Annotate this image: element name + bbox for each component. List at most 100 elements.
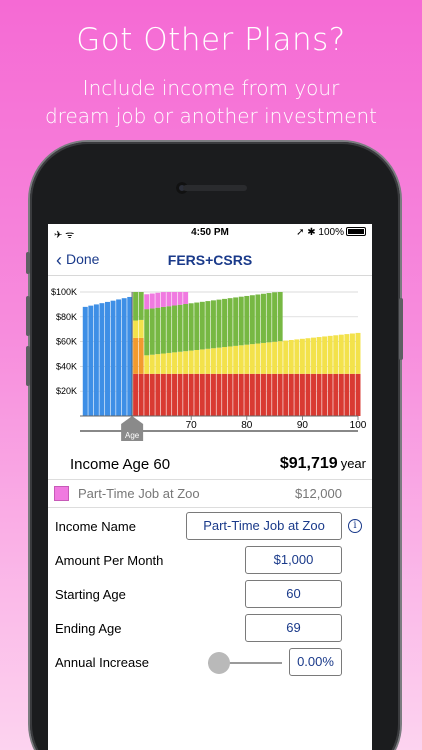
promo-subtitle: Include income from your dream job or an…: [0, 74, 422, 130]
chart-bar-yellow: [299, 338, 305, 374]
chart-bar-yellow: [333, 335, 339, 374]
ending-age-row: Ending Age 69: [48, 611, 372, 645]
starting-age-row: Starting Age 60: [48, 577, 372, 611]
chart-bar-red: [166, 373, 172, 416]
chart-bar-red: [144, 373, 150, 416]
chart-bar-red: [294, 373, 300, 416]
chart-bar-pink: [177, 292, 183, 305]
chart-bar-pink: [160, 292, 166, 307]
power-button: [399, 298, 403, 360]
y-tick-label: $60K: [56, 337, 77, 347]
chart-bar-red: [238, 373, 244, 416]
x-tick-label: 80: [241, 420, 253, 431]
chart-bar-yellow: [155, 354, 161, 374]
chart-bar-blue: [99, 303, 105, 416]
chart-bar-green: [244, 295, 250, 345]
chart-bar-green: [183, 304, 189, 352]
income-chart-svg: $100K $80K $60K $40K $20K 70 80 90 100 Age: [51, 287, 367, 441]
chart-bar-yellow: [305, 338, 311, 374]
app-screen: ✈ ᯤ 4:50 PM ➚ ✱ 100% ‹ Done FERS+CSRS $10…: [48, 224, 372, 750]
starting-age-field[interactable]: 60: [245, 580, 342, 608]
chart-bar-red: [138, 373, 144, 416]
chart-bar-green: [133, 292, 139, 321]
chart-bar-yellow: [183, 351, 189, 374]
info-icon[interactable]: i: [348, 519, 362, 533]
chart-bar-green: [249, 295, 255, 345]
income-source-row[interactable]: Part-Time Job at Zoo $12,000: [48, 480, 372, 508]
x-tick-label: 100: [350, 420, 367, 431]
ending-age-label: Ending Age: [55, 621, 122, 636]
chart-bar-yellow: [344, 334, 350, 374]
status-right: ➚ ✱ 100%: [296, 227, 366, 238]
chart-bar-yellow: [238, 345, 244, 374]
income-amount: $91,719: [279, 455, 338, 472]
chart-bar-green: [222, 298, 228, 348]
earpiece-speaker: [183, 185, 247, 191]
income-source-name: Part-Time Job at Zoo: [78, 486, 200, 501]
chart-bar-blue: [127, 296, 133, 416]
chart-bar-yellow: [160, 353, 166, 374]
chart-bar-red: [299, 373, 305, 416]
chart-bar-red: [288, 373, 294, 416]
chart-bar-red: [222, 373, 228, 416]
y-tick-label: $20K: [56, 386, 77, 396]
chart-bar-blue: [121, 298, 127, 416]
annual-increase-slider-thumb[interactable]: [208, 652, 230, 674]
chart-bar-yellow: [255, 343, 261, 374]
chart-bar-red: [283, 373, 289, 416]
chart-bar-green: [261, 293, 266, 343]
x-tick-label: 90: [297, 420, 309, 431]
chart-bar-yellow: [272, 341, 278, 374]
amount-row: Amount Per Month $1,000: [48, 543, 372, 577]
chart-bar-red: [322, 373, 328, 416]
mute-switch: [26, 252, 30, 274]
chart-bar-red: [227, 373, 233, 416]
chart-bar-pink: [166, 292, 172, 307]
chart-bar-green: [233, 297, 239, 346]
promo-subtitle-line-2: dream job or another investment: [44, 104, 378, 128]
chart-bar-yellow: [322, 336, 328, 374]
chart-bar-yellow: [266, 342, 272, 374]
volume-up-button: [26, 296, 30, 336]
chart-bar-red: [338, 373, 344, 416]
chart-bar-green: [277, 292, 283, 342]
income-unit: year: [340, 456, 366, 471]
chart-bar-yellow: [327, 335, 333, 374]
chart-bar-red: [261, 373, 266, 416]
chart-bar-green: [138, 292, 144, 320]
chart-bar-red: [316, 373, 322, 416]
chart-bar-yellow: [355, 332, 361, 374]
income-summary-row: Income Age 60 $91,719 year: [48, 448, 372, 480]
chart-bar-blue: [116, 299, 122, 416]
chart-bar-green: [205, 301, 211, 349]
chart-bar-orange: [133, 337, 139, 374]
chart-bar-red: [327, 373, 333, 416]
chart-bar-yellow: [144, 355, 150, 374]
chart-bar-red: [194, 373, 200, 416]
chart-bar-red: [160, 373, 166, 416]
chart-bar-green: [166, 306, 172, 353]
volume-down-button: [26, 346, 30, 386]
chart-bar-yellow: [311, 337, 316, 374]
income-chart[interactable]: $100K $80K $60K $40K $20K 70 80 90 100 Age: [48, 276, 372, 448]
chart-bar-red: [188, 373, 194, 416]
chart-bar-yellow: [216, 347, 222, 374]
amount-field[interactable]: $1,000: [245, 546, 342, 574]
chart-bar-red: [277, 373, 283, 416]
chart-bar-green: [199, 301, 205, 350]
income-name-field[interactable]: Part-Time Job at Zoo: [186, 512, 342, 540]
chart-bar-red: [255, 373, 261, 416]
chart-bar-red: [133, 373, 139, 416]
y-tick-label: $100K: [51, 287, 77, 297]
chart-bar-yellow: [222, 347, 228, 374]
chart-bar-yellow: [277, 341, 283, 374]
chart-bar-yellow: [349, 333, 355, 374]
ending-age-field[interactable]: 69: [245, 614, 342, 642]
chart-bar-green: [160, 306, 166, 354]
chart-bar-yellow: [188, 350, 194, 374]
annual-increase-field[interactable]: 0.00%: [289, 648, 342, 676]
chart-bar-red: [311, 373, 316, 416]
chart-bar-red: [249, 373, 255, 416]
annual-increase-label: Annual Increase: [55, 655, 149, 670]
chart-bar-green: [194, 302, 200, 351]
